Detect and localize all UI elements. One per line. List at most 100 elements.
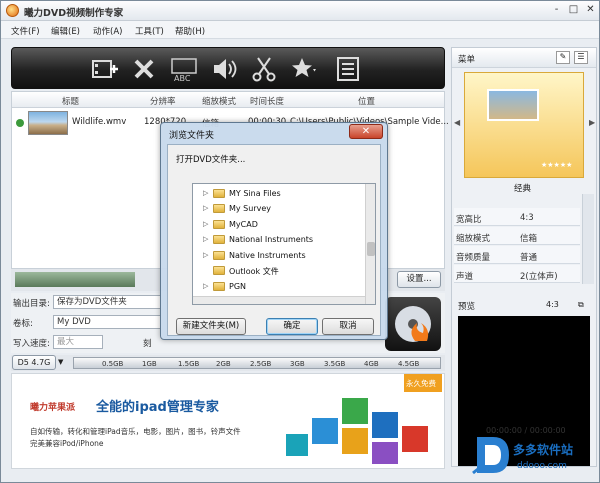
- folder-icon: [213, 251, 225, 260]
- add-video-icon[interactable]: [90, 55, 118, 83]
- chevron-down-icon[interactable]: ▼: [58, 358, 63, 366]
- delete-icon[interactable]: [130, 55, 158, 83]
- prop-row[interactable]: 宽高比 4:3: [454, 208, 580, 226]
- menu-file[interactable]: 文件(F): [11, 25, 40, 37]
- tick-label: 0.5GB: [102, 360, 124, 368]
- output-dir-field[interactable]: 保存为DVD文件夹: [53, 295, 161, 309]
- new-folder-button[interactable]: 新建文件夹(M): [176, 318, 246, 335]
- subtitle-icon[interactable]: ABC: [170, 55, 198, 83]
- prop-row[interactable]: 缩放模式 信箱: [454, 227, 580, 245]
- expand-icon[interactable]: ▷: [203, 251, 208, 259]
- output-dir-label: 输出目录:: [13, 299, 50, 309]
- dialog-close-button[interactable]: ✕: [349, 124, 383, 139]
- dialog-body: 打开DVD文件夹... ▷ MY Sina Files ▷ My Survey ▷ M…: [167, 144, 381, 336]
- copies-label: 刻: [143, 339, 152, 349]
- menu-help[interactable]: 帮助(H): [175, 25, 205, 37]
- prop-key: 音频质量: [456, 253, 491, 263]
- ad-headline: 全能的ipad管理专家: [96, 400, 219, 415]
- menu-thumb-image: [487, 89, 539, 121]
- prev-arrow-icon[interactable]: ◀: [454, 118, 460, 127]
- next-arrow-icon[interactable]: ▶: [589, 118, 595, 127]
- list-item[interactable]: ▷ National Instruments: [193, 232, 365, 247]
- list-item[interactable]: ▷ MyCAD: [193, 217, 365, 232]
- chapter-icon[interactable]: [334, 55, 362, 83]
- burn-button[interactable]: [385, 297, 441, 351]
- popout-icon[interactable]: ⧉: [578, 300, 584, 310]
- capacity-ruler: 0.5GB 1GB 1.5GB 2GB 2.5GB 3GB 3.5GB 4GB …: [73, 357, 441, 369]
- col-resolution[interactable]: 分辨率: [150, 95, 176, 107]
- list-item[interactable]: ▷ PGN: [193, 279, 365, 294]
- prop-value: 4:3: [520, 213, 534, 223]
- effects-star-icon[interactable]: [290, 55, 318, 83]
- list-item[interactable]: ▷ MY Sina Files: [193, 186, 365, 201]
- folder-name: MY Sina Files: [229, 189, 281, 198]
- close-button[interactable]: ✕: [583, 4, 598, 17]
- tick-label: 4GB: [364, 360, 379, 368]
- file-title: Wildlife.wmv: [72, 117, 127, 127]
- menu-action[interactable]: 动作(A): [93, 25, 122, 37]
- right-panel: 菜单 ✎ ☰ ◀ ★★★★★ ▶ 经典 宽高比 4:3 缩放模式 信箱 音频质量 普通…: [451, 47, 597, 467]
- ad-brand: 曦力苹果派: [30, 403, 76, 413]
- minimize-button[interactable]: -: [549, 4, 564, 17]
- prop-value: 普通: [520, 253, 538, 263]
- tree-vertical-scrollbar[interactable]: [365, 184, 375, 304]
- ad-banner[interactable]: 曦力苹果派 全能的ipad管理专家 自如传输，转化和管理iPad音乐，电影，图片…: [11, 373, 445, 469]
- folder-icon: [213, 189, 225, 198]
- edit-cut-icon[interactable]: [250, 55, 278, 83]
- app-logo-icon: [6, 4, 19, 17]
- expand-icon[interactable]: ▷: [203, 204, 208, 212]
- write-speed-select[interactable]: 最大: [53, 335, 103, 349]
- watermark-url: ddooo.com: [517, 461, 567, 471]
- list-item[interactable]: ▷ Native Instruments: [193, 248, 365, 263]
- expand-icon[interactable]: ▷: [203, 220, 208, 228]
- disc-type-select[interactable]: D5 4.7G: [12, 355, 56, 370]
- scroll-thumb[interactable]: [367, 242, 375, 256]
- app-title: 曦力DVD视频制作专家: [24, 8, 124, 19]
- watermark-logo-icon: [472, 437, 509, 475]
- tick-label: 3GB: [290, 360, 305, 368]
- list-item[interactable]: Outlook 文件: [193, 263, 365, 278]
- menu-edit[interactable]: 编辑(E): [51, 25, 80, 37]
- menu-template-preview[interactable]: ★★★★★: [464, 72, 584, 178]
- prop-key: 宽高比: [456, 215, 482, 225]
- volume-field[interactable]: My DVD: [53, 315, 161, 329]
- preview-ratio-select[interactable]: 4:3: [546, 300, 559, 309]
- list-view-icon[interactable]: ☰: [574, 51, 588, 64]
- disc-burn-icon: [395, 306, 431, 342]
- prop-row[interactable]: 声道 2(立体声): [454, 265, 580, 283]
- tree-horizontal-scrollbar[interactable]: [193, 296, 365, 304]
- folder-icon: [213, 266, 225, 275]
- dialog-prompt: 打开DVD文件夹...: [176, 155, 246, 165]
- folder-icon: [213, 282, 225, 291]
- prop-value: 2(立体声): [520, 272, 558, 282]
- tick-label: 2GB: [216, 360, 231, 368]
- expand-icon[interactable]: ▷: [203, 235, 208, 243]
- svg-text:ABC: ABC: [174, 74, 191, 83]
- expand-icon[interactable]: ▷: [203, 189, 208, 197]
- expand-icon[interactable]: ▷: [203, 282, 208, 290]
- main-toolbar: ABC: [11, 47, 445, 89]
- ad-line2: 完美兼容iPod/iPhone: [30, 439, 104, 448]
- settings-button[interactable]: 设置...: [397, 271, 441, 288]
- folder-name: My Survey: [229, 204, 272, 213]
- audio-icon[interactable]: [210, 55, 238, 83]
- menu-tools[interactable]: 工具(T): [135, 25, 164, 37]
- menu-panel-header: 菜单 ✎ ☰: [452, 48, 596, 68]
- prop-row[interactable]: 音频质量 普通: [454, 246, 580, 264]
- folder-icon: [213, 204, 225, 213]
- folder-name: National Instruments: [229, 235, 314, 244]
- cancel-button[interactable]: 取消: [322, 318, 374, 335]
- ok-button[interactable]: 确定: [266, 318, 318, 335]
- maximize-button[interactable]: □: [566, 4, 581, 17]
- dialog-title: 浏览文件夹: [169, 131, 215, 141]
- folder-name: Outlook 文件: [229, 267, 279, 276]
- list-item[interactable]: ▷ My Survey: [193, 201, 365, 216]
- property-scrollbar[interactable]: [582, 194, 594, 284]
- edit-menu-icon[interactable]: ✎: [556, 51, 570, 64]
- ad-line1: 自如传输，转化和管理iPad音乐，电影，图片，图书，铃声文件: [30, 427, 241, 436]
- col-location[interactable]: 位置: [358, 95, 375, 107]
- folder-tree: ▷ MY Sina Files ▷ My Survey ▷ MyCAD ▷ Nation…: [192, 183, 376, 305]
- col-zoom[interactable]: 缩放模式: [202, 95, 236, 107]
- col-duration[interactable]: 时间长度: [250, 95, 284, 107]
- col-title[interactable]: 标题: [62, 95, 79, 107]
